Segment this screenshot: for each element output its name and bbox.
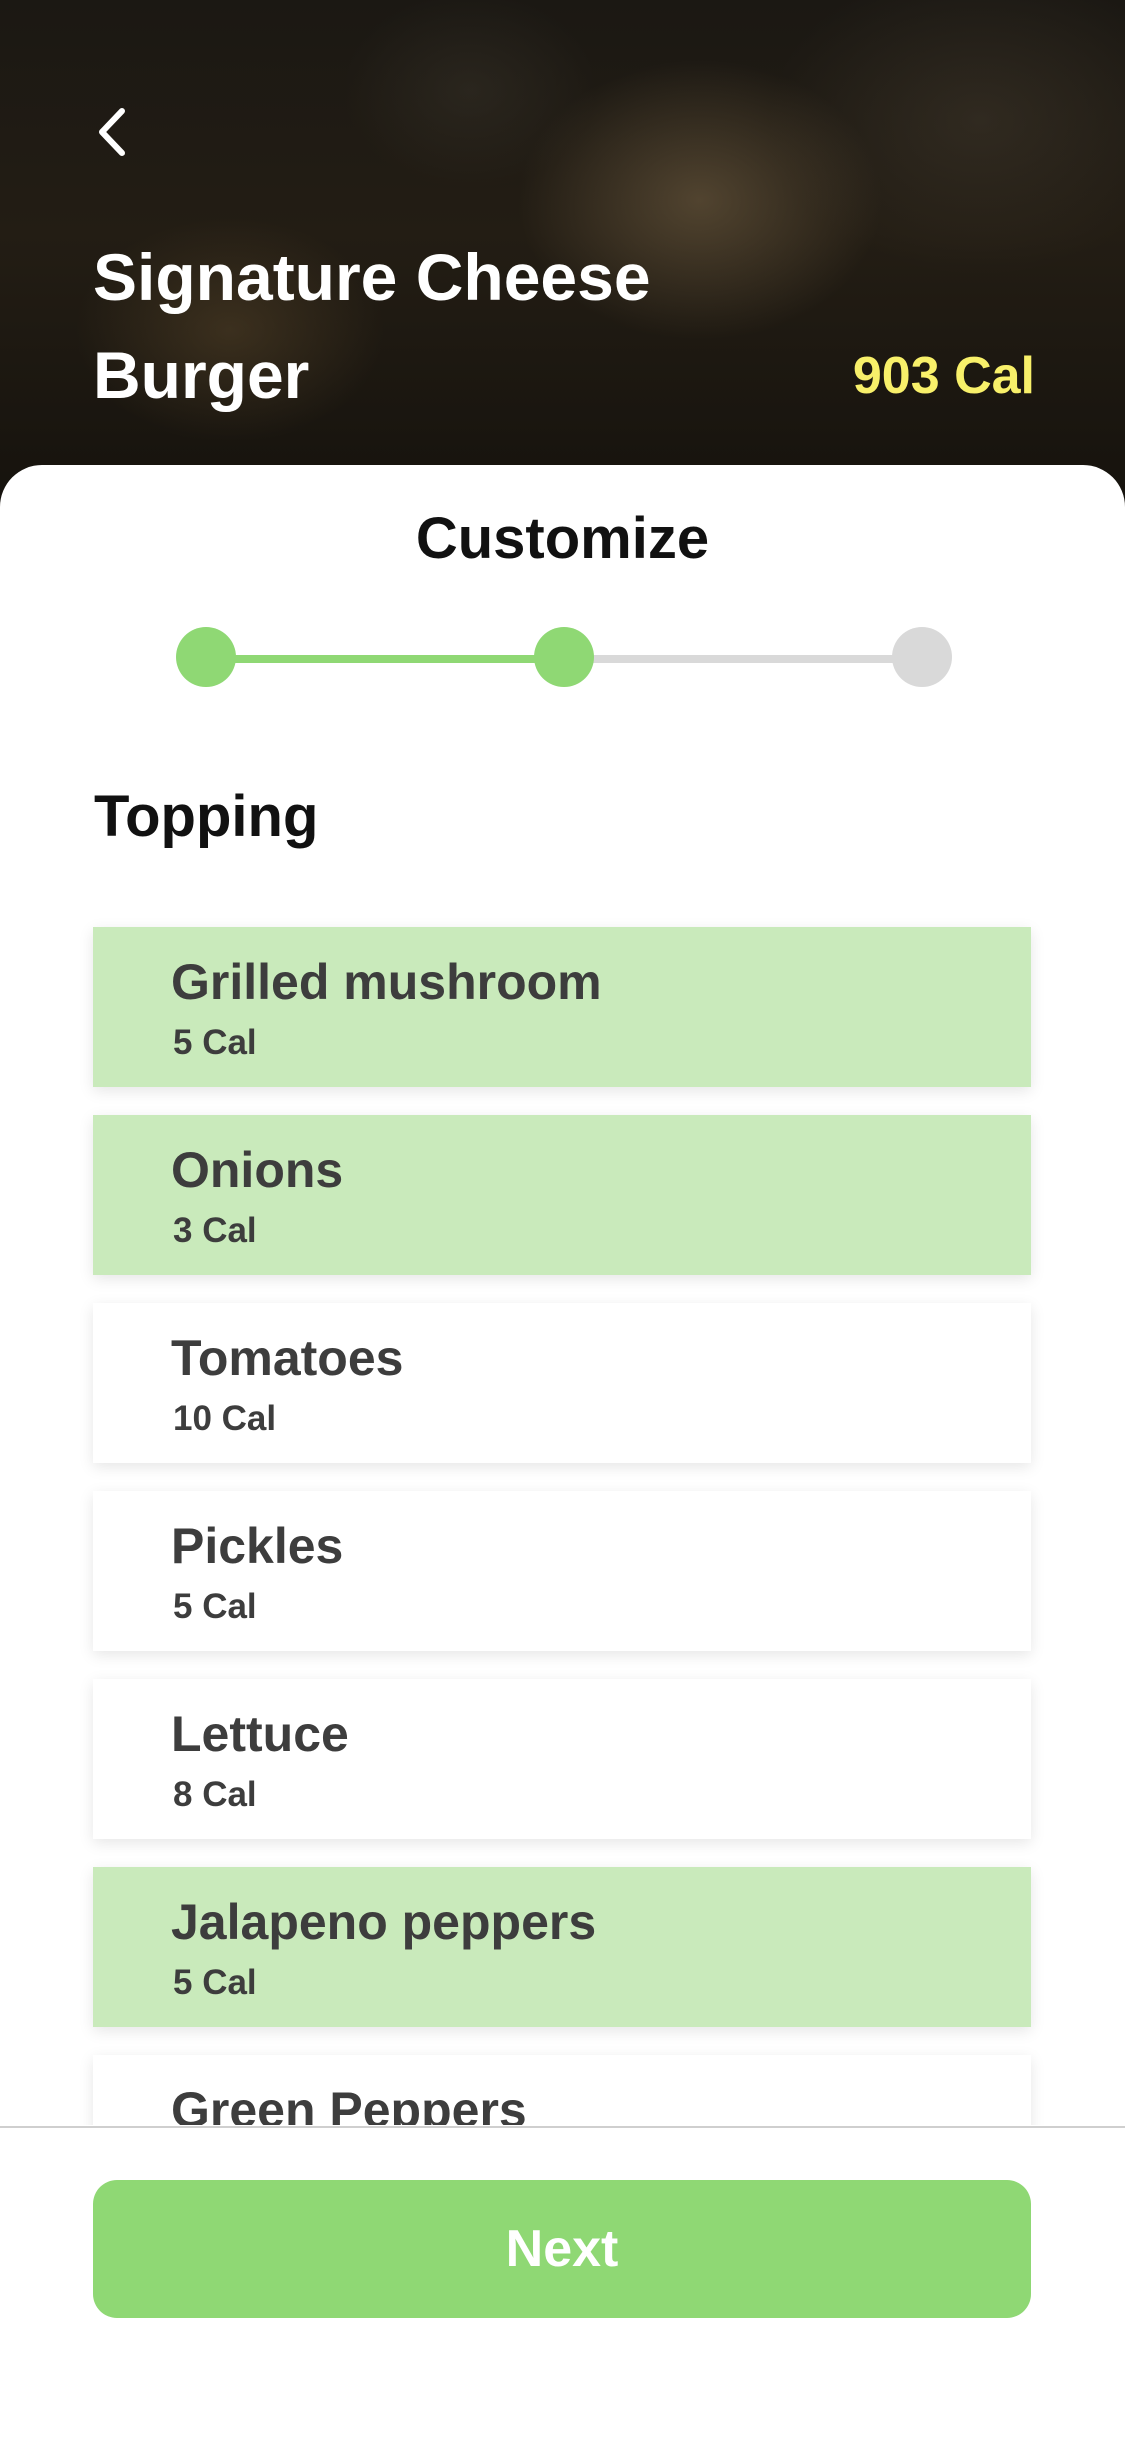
item-header: Signature Cheese Burger 903 Cal bbox=[0, 0, 1125, 520]
topping-calories: 5 Cal bbox=[173, 1023, 257, 1062]
topping-item[interactable]: Onions 3 Cal bbox=[93, 1115, 1031, 1275]
topping-item[interactable]: Green Peppers bbox=[93, 2055, 1031, 2125]
step-dot-2 bbox=[534, 627, 594, 687]
topping-item[interactable]: Jalapeno peppers 5 Cal bbox=[93, 1867, 1031, 2027]
topping-list: Grilled mushroom 5 Cal Onions 3 Cal Toma… bbox=[93, 927, 1031, 2125]
topping-calories: 10 Cal bbox=[173, 1399, 277, 1438]
step-dot-1 bbox=[176, 627, 236, 687]
progress-stepper bbox=[0, 465, 1125, 765]
topping-item[interactable]: Lettuce 8 Cal bbox=[93, 1679, 1031, 1839]
topping-calories: 5 Cal bbox=[173, 1963, 257, 2002]
topping-name: Green Peppers bbox=[171, 2082, 527, 2125]
topping-item[interactable]: Pickles 5 Cal bbox=[93, 1491, 1031, 1651]
item-calories: 903 Cal bbox=[852, 347, 1035, 405]
footer-bar: Next bbox=[0, 2126, 1125, 2438]
topping-name: Jalapeno peppers bbox=[171, 1894, 597, 1950]
next-button[interactable]: Next bbox=[93, 2180, 1031, 2318]
chevron-left-icon bbox=[99, 108, 125, 156]
topping-calories: 8 Cal bbox=[173, 1775, 257, 1814]
back-button[interactable] bbox=[80, 100, 144, 164]
topping-name: Pickles bbox=[171, 1518, 344, 1574]
topping-name: Grilled mushroom bbox=[171, 954, 602, 1010]
step-connector-2 bbox=[566, 655, 922, 663]
topping-item[interactable]: Tomatoes 10 Cal bbox=[93, 1303, 1031, 1463]
topping-name: Onions bbox=[171, 1142, 344, 1198]
step-connector-1 bbox=[206, 655, 566, 663]
topping-calories: 5 Cal bbox=[173, 1587, 257, 1626]
step-dot-3 bbox=[892, 627, 952, 687]
customize-sheet: Customize Topping Grilled mushroom 5 Cal… bbox=[0, 465, 1125, 2125]
topping-name: Lettuce bbox=[171, 1706, 349, 1762]
section-label-topping: Topping bbox=[94, 784, 319, 849]
topping-name: Tomatoes bbox=[171, 1330, 404, 1386]
topping-item[interactable]: Grilled mushroom 5 Cal bbox=[93, 927, 1031, 1087]
topping-calories: 3 Cal bbox=[173, 1211, 257, 1250]
item-title: Signature Cheese Burger bbox=[93, 240, 651, 412]
